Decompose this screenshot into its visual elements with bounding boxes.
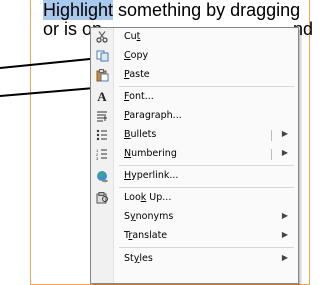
menu-item-paragraph[interactable]: Paragraph... — [91, 107, 298, 125]
bullets-icon — [94, 128, 110, 142]
menu-item-label: Paste — [124, 69, 150, 80]
numbering-icon: 123 — [94, 147, 110, 161]
menu-item-look-up[interactable]: Look Up... — [91, 189, 298, 207]
menu-item-cut[interactable]: Cut — [91, 28, 298, 46]
menu-item-bullets[interactable]: Bullets ▶ — [91, 126, 298, 144]
context-menu: Cut Copy Paste A Font... Paragraph... Bu… — [90, 27, 299, 284]
menu-separator — [119, 165, 294, 166]
copy-icon — [94, 49, 110, 63]
menu-separator — [119, 247, 294, 248]
submenu-arrow-icon[interactable]: ▶ — [282, 129, 288, 138]
menu-item-paste[interactable]: Paste — [91, 66, 298, 84]
menu-item-numbering[interactable]: 123 Numbering ▶ — [91, 145, 298, 163]
menu-item-label: Synonyms — [124, 211, 174, 222]
submenu-arrow-icon[interactable]: ▶ — [282, 148, 288, 157]
menu-item-label: Look Up... — [124, 192, 172, 203]
menu-item-hyperlink[interactable]: Hyperlink... — [91, 167, 298, 185]
menu-separator — [119, 86, 294, 87]
menu-item-label: Copy — [124, 50, 149, 61]
menu-item-label: Paragraph... — [124, 110, 182, 121]
menu-item-label: Hyperlink... — [124, 170, 179, 181]
menu-item-translate[interactable]: Translate ▶ — [91, 227, 298, 245]
menu-item-label: Numbering — [124, 148, 177, 159]
split-divider — [271, 149, 272, 160]
font-icon: A — [97, 89, 107, 104]
arrow-to-copy — [0, 52, 104, 69]
split-divider — [271, 130, 272, 141]
scissors-icon — [94, 30, 110, 44]
menu-item-copy[interactable]: Copy — [91, 47, 298, 65]
menu-item-synonyms[interactable]: Synonyms ▶ — [91, 208, 298, 226]
menu-item-label: Translate — [124, 230, 168, 241]
menu-item-font[interactable]: A Font... — [91, 88, 298, 106]
submenu-arrow-icon: ▶ — [281, 230, 288, 239]
paragraph-icon — [94, 109, 110, 123]
menu-item-label: Font... — [124, 91, 154, 102]
menu-item-styles[interactable]: Styles ▶ — [91, 250, 298, 268]
hyperlink-icon — [94, 169, 110, 183]
menu-item-label: Bullets — [124, 129, 157, 140]
svg-text:3: 3 — [96, 156, 99, 160]
submenu-arrow-icon: ▶ — [281, 253, 288, 262]
submenu-arrow-icon: ▶ — [281, 211, 288, 220]
menu-item-label: Cut — [124, 31, 141, 42]
menu-item-label: Styles — [124, 253, 153, 264]
menu-separator — [119, 187, 294, 188]
lookup-icon — [94, 191, 110, 205]
paste-icon — [94, 68, 110, 82]
